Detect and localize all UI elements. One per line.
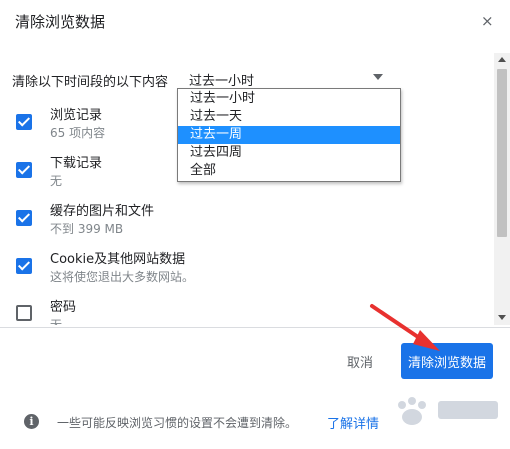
clear-data-button[interactable]: 清除浏览数据 <box>401 343 493 379</box>
dropdown-option-past-day[interactable]: 过去一天 <box>178 108 400 126</box>
option-subtitle: 不到 399 MB <box>50 222 124 236</box>
option-subtitle: 这将使您退出大多数网站。 <box>50 270 195 284</box>
time-range-dropdown: 过去一小时 过去一天 过去一周 过去四周 全部 <box>177 88 401 182</box>
option-row-cookies[interactable]: Cookie及其他网站数据 这将使您退出大多数网站。 <box>0 247 490 293</box>
option-title: 缓存的图片和文件 <box>50 204 155 219</box>
option-title: Cookie及其他网站数据 <box>50 252 186 267</box>
option-subtitle: 无 <box>50 174 63 188</box>
scroll-up-icon[interactable] <box>498 57 506 62</box>
time-range-select[interactable]: 过去一小时 <box>187 65 387 90</box>
close-icon[interactable]: × <box>481 12 494 30</box>
checkbox-cookies[interactable] <box>16 258 32 274</box>
time-range-selected-value: 过去一小时 <box>189 74 255 89</box>
clear-browsing-data-dialog: 清除浏览数据 × 清除以下时间段的以下内容 过去一小时 浏览记录 65 项内容 … <box>0 0 510 449</box>
checkbox-passwords[interactable] <box>16 305 32 321</box>
cancel-button[interactable]: 取消 <box>336 346 384 376</box>
scrollbar-thumb[interactable] <box>497 69 507 237</box>
dropdown-option-past-four-weeks[interactable]: 过去四周 <box>178 144 400 162</box>
dropdown-option-past-week[interactable]: 过去一周 <box>178 126 400 144</box>
checkbox-history[interactable] <box>16 114 32 130</box>
learn-more-link[interactable]: 了解详情 <box>327 413 379 432</box>
watermark-logo-icon <box>398 397 498 425</box>
info-text: 一些可能反映浏览习惯的设置不会遭到清除。 <box>57 416 298 430</box>
option-subtitle: 无 <box>50 318 63 325</box>
option-row-cache[interactable]: 缓存的图片和文件 不到 399 MB <box>0 199 490 245</box>
time-range-label: 清除以下时间段的以下内容 <box>12 75 169 90</box>
option-title: 浏览记录 <box>50 108 103 123</box>
option-title: 下载记录 <box>50 156 103 171</box>
option-subtitle: 65 项内容 <box>50 126 106 140</box>
checkbox-cache[interactable] <box>16 210 32 226</box>
dialog-title: 清除浏览数据 <box>15 13 106 31</box>
footer-divider <box>0 327 510 328</box>
info-icon: i <box>24 414 39 429</box>
dropdown-option-all-time[interactable]: 全部 <box>178 162 400 180</box>
option-row-passwords[interactable]: 密码 无 <box>0 295 490 325</box>
option-title: 密码 <box>50 300 77 315</box>
chevron-down-icon <box>373 74 383 80</box>
scroll-down-icon[interactable] <box>498 315 506 320</box>
checkbox-downloads[interactable] <box>16 162 32 178</box>
scrollbar[interactable] <box>494 53 510 325</box>
dropdown-option-past-hour[interactable]: 过去一小时 <box>178 90 400 108</box>
